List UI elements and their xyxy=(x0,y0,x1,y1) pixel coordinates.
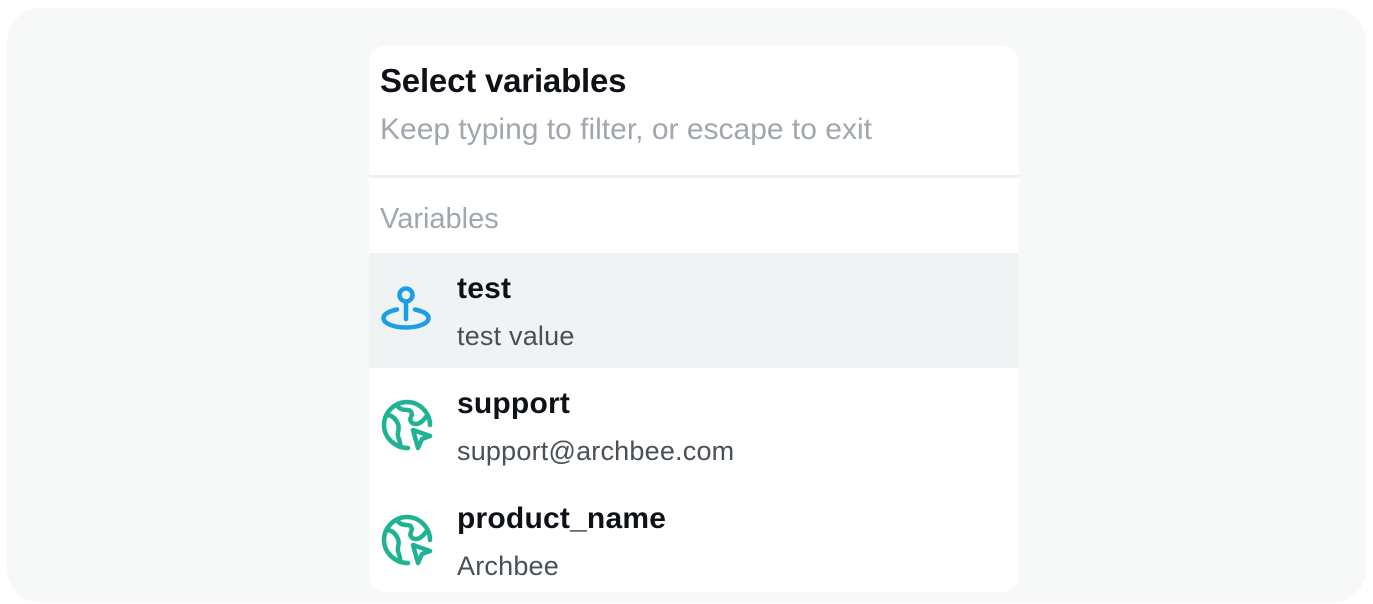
variable-value: Archbee xyxy=(457,551,559,581)
variables-popover: Select variables Keep typing to filter, … xyxy=(369,46,1019,592)
variable-text: support support@archbee.com xyxy=(457,386,734,468)
variable-text: test test value xyxy=(457,271,575,353)
background-card: Select variables Keep typing to filter, … xyxy=(7,8,1366,603)
globe-cursor-icon xyxy=(380,514,434,568)
variable-name: product_name xyxy=(457,502,667,535)
variable-item-product-name[interactable]: product_name Archbee xyxy=(369,483,1019,592)
variables-list: test test value support support@archbee.… xyxy=(369,253,1019,592)
variable-value: test value xyxy=(457,321,575,351)
variable-name: support xyxy=(457,387,571,420)
popover-header: Select variables Keep typing to filter, … xyxy=(369,46,1019,178)
variable-item-support[interactable]: support support@archbee.com xyxy=(369,368,1019,483)
popover-hint: Keep typing to filter, or escape to exit xyxy=(380,113,872,146)
variable-item-test[interactable]: test test value xyxy=(369,253,1019,368)
location-pin-icon xyxy=(380,284,434,338)
globe-cursor-icon xyxy=(380,399,434,453)
variable-value: support@archbee.com xyxy=(457,436,735,466)
variable-text: product_name Archbee xyxy=(457,501,666,583)
variable-name: test xyxy=(457,272,512,305)
section-label-variables: Variables xyxy=(380,203,499,235)
popover-title: Select variables xyxy=(380,62,627,99)
